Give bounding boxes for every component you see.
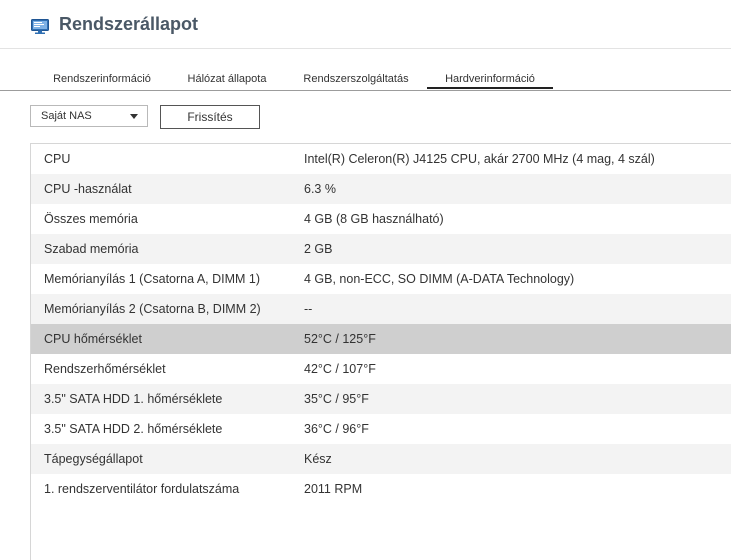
tab-network-status[interactable]: Hálózat állapota	[176, 64, 278, 89]
row-label: Memórianyílás 2 (Csatorna B, DIMM 2)	[44, 302, 261, 316]
row-value: 6.3 %	[304, 182, 336, 196]
device-select[interactable]: Saját NAS	[30, 105, 148, 127]
tab-system-info[interactable]: Rendszerinformáció	[42, 64, 162, 89]
page-header: Rendszerállapot	[0, 0, 731, 49]
tab-hardware-info[interactable]: Hardverinformáció	[427, 64, 553, 89]
table-row[interactable]: 3.5" SATA HDD 1. hőmérséklete 35°C / 95°…	[31, 384, 731, 414]
table-row[interactable]: Memórianyílás 1 (Csatorna A, DIMM 1) 4 G…	[31, 264, 731, 294]
monitor-icon	[31, 19, 49, 34]
tab-system-services[interactable]: Rendszerszolgáltatás	[293, 64, 419, 89]
table-row[interactable]: Rendszerhőmérséklet 42°C / 107°F	[31, 354, 731, 384]
row-label: 3.5" SATA HDD 2. hőmérséklete	[44, 422, 223, 436]
row-value: 36°C / 96°F	[304, 422, 369, 436]
row-value: --	[304, 302, 313, 316]
table-row[interactable]: 3.5" SATA HDD 2. hőmérséklete 36°C / 96°…	[31, 414, 731, 444]
row-label: 1. rendszerventilátor fordulatszáma	[44, 482, 240, 496]
table-row[interactable]: Szabad memória 2 GB	[31, 234, 731, 264]
row-label: CPU hőmérséklet	[44, 332, 142, 346]
table-row[interactable]: Összes memória 4 GB (8 GB használható)	[31, 204, 731, 234]
hardware-info-table: CPU Intel(R) Celeron(R) J4125 CPU, akár …	[30, 143, 731, 560]
row-value: 52°C / 125°F	[304, 332, 376, 346]
refresh-button[interactable]: Frissítés	[160, 105, 260, 129]
tab-bar: Rendszerinformáció Hálózat állapota Rend…	[0, 64, 731, 91]
row-label: CPU	[44, 152, 71, 166]
row-value: 2 GB	[304, 242, 333, 256]
row-label: Memórianyílás 1 (Csatorna A, DIMM 1)	[44, 272, 261, 286]
row-value: Kész	[304, 452, 332, 466]
row-label: Összes memória	[44, 212, 138, 226]
row-value: Intel(R) Celeron(R) J4125 CPU, akár 2700…	[304, 152, 655, 166]
device-select-value: Saját NAS	[41, 110, 92, 122]
row-label: CPU -használat	[44, 182, 132, 196]
table-row[interactable]: 1. rendszerventilátor fordulatszáma 2011…	[31, 474, 731, 504]
table-row[interactable]: CPU -használat 6.3 %	[31, 174, 731, 204]
row-label: Szabad memória	[44, 242, 139, 256]
page-title: Rendszerállapot	[59, 14, 199, 34]
row-label: 3.5" SATA HDD 1. hőmérséklete	[44, 392, 223, 406]
row-value: 4 GB, non-ECC, SO DIMM (A-DATA Technolog…	[304, 272, 575, 286]
system-status-window: Rendszerállapot Rendszerinformáció Hálóz…	[0, 0, 731, 560]
table-row[interactable]: Tápegységállapot Kész	[31, 444, 731, 474]
row-value: 4 GB (8 GB használható)	[304, 212, 444, 226]
table-row-selected[interactable]: CPU hőmérséklet 52°C / 125°F	[31, 324, 731, 354]
row-value: 2011 RPM	[304, 482, 363, 496]
row-value: 35°C / 95°F	[304, 392, 369, 406]
row-label: Tápegységállapot	[44, 452, 143, 466]
row-label: Rendszerhőmérséklet	[44, 362, 166, 376]
row-value: 42°C / 107°F	[304, 362, 376, 376]
chevron-down-icon	[130, 114, 138, 119]
table-row[interactable]: Memórianyílás 2 (Csatorna B, DIMM 2) --	[31, 294, 731, 324]
table-row[interactable]: CPU Intel(R) Celeron(R) J4125 CPU, akár …	[31, 144, 731, 174]
